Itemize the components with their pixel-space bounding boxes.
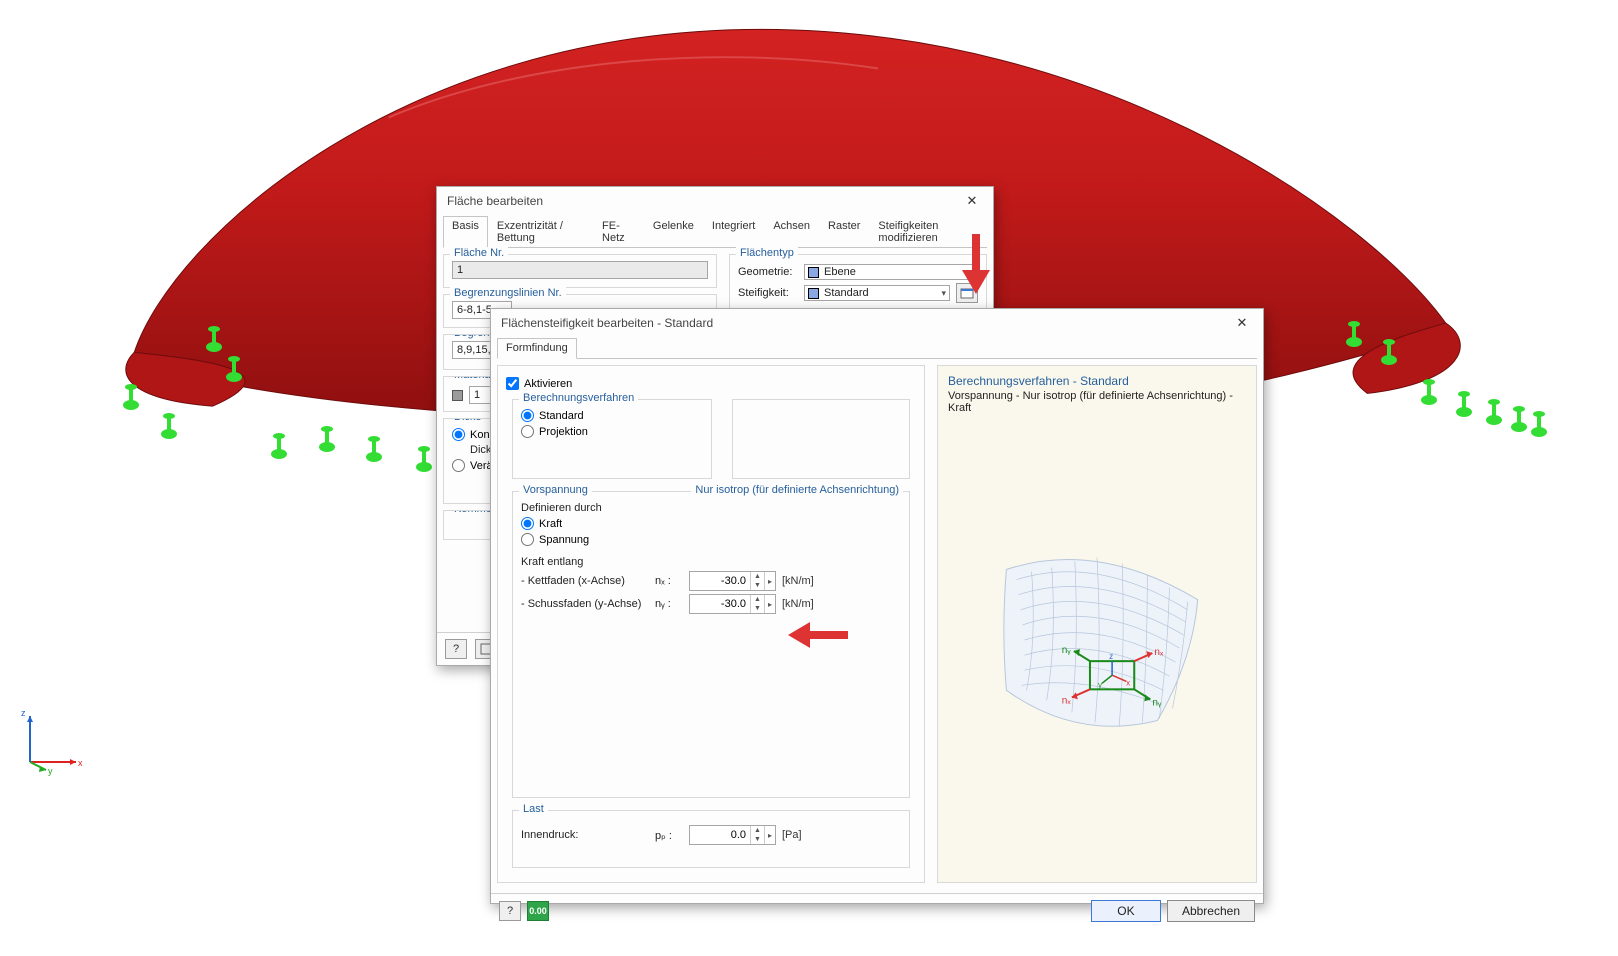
preview-heading: Berechnungsverfahren - Standard (938, 366, 1256, 390)
symbol-nx: nₓ : (655, 575, 683, 587)
label-innendruck: Innendruck: (521, 829, 649, 841)
group-vorspannung: Vorspannung Nur isotrop (für definierte … (512, 491, 910, 798)
picker-icon[interactable]: ▸ (764, 595, 775, 613)
tab-fe-netz[interactable]: FE-Netz (593, 216, 644, 248)
spinner-ny[interactable]: ▲▼ ▸ (689, 594, 776, 614)
swatch-icon (808, 288, 819, 299)
label-steifigkeit: Steifigkeit: (738, 287, 798, 299)
tab-gelenke[interactable]: Gelenke (644, 216, 703, 248)
axis-gizmo: x z y (18, 706, 88, 776)
help-button[interactable]: ? (445, 639, 467, 659)
radio-def-kraft[interactable]: Kraft (521, 517, 901, 530)
label-geometrie: Geometrie: (738, 266, 798, 278)
dialog-edit-stiffness: Flächensteifigkeit bearbeiten - Standard… (490, 308, 1264, 904)
spin-up-icon[interactable]: ▲ (751, 826, 764, 835)
swatch-icon (808, 267, 819, 278)
tab-exzentrizitaet[interactable]: Exzentrizität / Bettung (488, 216, 593, 248)
titlebar-2[interactable]: Flächensteifigkeit bearbeiten - Standard… (491, 309, 1263, 337)
tab-integriert[interactable]: Integriert (703, 216, 764, 248)
tabs-2: Formfindung (497, 337, 1257, 359)
close-icon[interactable]: ✕ (957, 191, 987, 211)
help-button[interactable]: ? (499, 901, 521, 921)
svg-text:nₓ: nₓ (1062, 695, 1072, 706)
cancel-button[interactable]: Abbrechen (1167, 900, 1255, 922)
unit-ny: [kN/m] (782, 598, 814, 610)
group-berechnungsverfahren: Berechnungsverfahren Standard Projektion (512, 399, 712, 479)
ok-button[interactable]: OK (1091, 900, 1161, 922)
svg-text:x: x (1126, 678, 1130, 687)
vorspannung-note: Nur isotrop (für definierte Achsenrichtu… (691, 484, 903, 496)
svg-text:z: z (1109, 652, 1113, 661)
svg-text:nᵧ: nᵧ (1152, 697, 1162, 708)
chevron-down-icon: ▾ (941, 288, 946, 299)
tab-basis[interactable]: Basis (443, 216, 488, 248)
units-button[interactable]: 0.00 (527, 901, 549, 921)
chevron-down-icon: ▾ (969, 267, 974, 278)
group-flaechentyp: Flächentyp Geometrie: Ebene ▾ Steifigkei… (729, 254, 987, 315)
symbol-ny: nᵧ : (655, 598, 683, 610)
spin-up-icon[interactable]: ▲ (751, 595, 764, 604)
label-schussfaden: - Schussfaden (y-Achse) (521, 598, 649, 610)
group-empty (732, 399, 910, 479)
checkbox-activate[interactable]: Aktivieren (506, 377, 916, 390)
material-swatch (452, 390, 463, 401)
tab-raster[interactable]: Raster (819, 216, 869, 248)
spin-down-icon[interactable]: ▼ (751, 581, 764, 590)
radio-def-spannung[interactable]: Spannung (521, 533, 901, 546)
label-definieren-durch: Definieren durch (521, 502, 901, 514)
svg-text:x: x (78, 758, 83, 768)
edit-stiffness-button[interactable] (956, 283, 978, 303)
input-flaeche-nr[interactable] (452, 261, 708, 279)
titlebar-1[interactable]: Fläche bearbeiten ✕ (437, 187, 993, 215)
tab-formfindung[interactable]: Formfindung (497, 338, 577, 359)
svg-text:z: z (21, 708, 26, 718)
tab-achsen[interactable]: Achsen (764, 216, 819, 248)
picker-icon[interactable]: ▸ (764, 826, 775, 844)
title-1: Fläche bearbeiten (447, 194, 543, 208)
tabs-1: Basis Exzentrizität / Bettung FE-Netz Ge… (443, 215, 987, 248)
unit-pp: [Pa] (782, 829, 802, 841)
group-last: Last Innendruck: pₚ : ▲▼ ▸ [Pa] (512, 810, 910, 868)
preview-panel: Berechnungsverfahren - Standard Vorspann… (937, 365, 1257, 883)
svg-text:y: y (48, 766, 53, 776)
unit-nx: [kN/m] (782, 575, 814, 587)
picker-icon[interactable]: ▸ (764, 572, 775, 590)
title-2: Flächensteifigkeit bearbeiten - Standard (501, 316, 713, 330)
label-kettfaden: - Kettfaden (x-Achse) (521, 575, 649, 587)
svg-text:nₓ: nₓ (1154, 647, 1164, 658)
label-kraft-entlang: Kraft entlang (521, 556, 901, 568)
spin-down-icon[interactable]: ▼ (751, 835, 764, 844)
spinner-pp[interactable]: ▲▼ ▸ (689, 825, 776, 845)
radio-calc-projektion[interactable]: Projektion (521, 425, 703, 438)
group-flaeche-nr: Fläche Nr. (443, 254, 717, 288)
spin-up-icon[interactable]: ▲ (751, 572, 764, 581)
close-icon[interactable]: ✕ (1227, 313, 1257, 333)
combo-steifigkeit[interactable]: Standard ▾ (804, 285, 950, 301)
spinner-nx[interactable]: ▲▼ ▸ (689, 571, 776, 591)
svg-text:nᵧ: nᵧ (1062, 645, 1072, 656)
svg-text:y: y (1098, 680, 1102, 689)
combo-geometrie[interactable]: Ebene ▾ (804, 264, 978, 280)
tab-steifigkeiten-modifizieren[interactable]: Steifigkeiten modifizieren (869, 216, 987, 248)
preview-canvas: nₓ nₓ nᵧ nᵧ x y z (946, 406, 1248, 874)
symbol-pp: pₚ : (655, 829, 683, 842)
spin-down-icon[interactable]: ▼ (751, 604, 764, 613)
radio-calc-standard[interactable]: Standard (521, 409, 703, 422)
